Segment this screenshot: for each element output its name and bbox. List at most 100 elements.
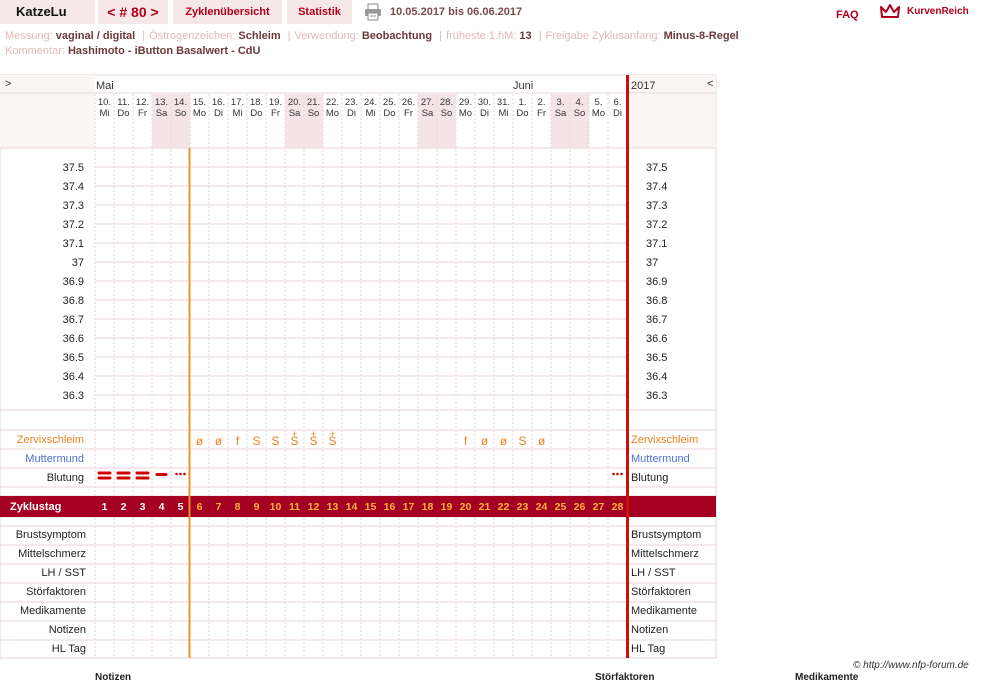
- cycle-day-number: 15: [365, 501, 377, 513]
- temp-label-right: 36.6: [646, 333, 667, 345]
- day-date: 29.: [459, 97, 472, 108]
- mucus-mark: ø: [500, 434, 508, 448]
- month-label-june: Juni: [513, 80, 533, 92]
- temp-label-right: 37.4: [646, 181, 667, 193]
- cycle-day-number: 2: [121, 501, 127, 513]
- row-label-left: Störfaktoren: [26, 586, 86, 598]
- cycle-day-number: 24: [536, 501, 548, 513]
- day-weekday: Do: [250, 108, 262, 119]
- year-label: 2017: [631, 80, 655, 92]
- bleeding-label-right: Blutung: [631, 472, 668, 484]
- day-weekday: Mi: [498, 108, 508, 119]
- day-date: 30.: [478, 97, 491, 108]
- day-weekday: Do: [516, 108, 528, 119]
- row-label-left: LH / SST: [41, 567, 86, 579]
- day-date: 25.: [383, 97, 396, 108]
- cycle-day-number: 5: [178, 501, 184, 513]
- row-label-right: HL Tag: [631, 643, 665, 655]
- mucus-mark-plus: +: [330, 429, 335, 439]
- nav-left-arrow: >: [5, 78, 11, 90]
- chart-frame: [0, 74, 717, 659]
- day-date: 11.: [117, 97, 130, 108]
- cycle-day-number: 16: [384, 501, 396, 513]
- cycle-day-number: 8: [235, 501, 241, 513]
- cycle-day-number: 6: [197, 501, 203, 513]
- mucus-mark: ø: [481, 434, 489, 448]
- temp-label-left: 37.1: [63, 238, 84, 250]
- temp-label-left: 36.8: [63, 295, 84, 307]
- row-label-left: Medikamente: [20, 605, 86, 617]
- cycle-day-number: 27: [593, 501, 605, 513]
- bleeding-spotting: [179, 472, 182, 476]
- day-date: 26.: [402, 97, 415, 108]
- day-weekday: Di: [480, 108, 489, 119]
- temp-label-left: 37.5: [63, 162, 84, 174]
- temp-label-left: 36.5: [63, 352, 84, 364]
- mucus-mark: ø: [538, 434, 546, 448]
- day-date: 28.: [440, 97, 453, 108]
- day-weekday: Sa: [289, 108, 301, 119]
- temp-label-left: 36.9: [63, 276, 84, 288]
- bleeding-medium: [155, 473, 168, 476]
- day-weekday: Mo: [193, 108, 206, 119]
- day-date: 22.: [326, 97, 339, 108]
- day-weekday: So: [308, 108, 320, 119]
- bleeding-label-left: Blutung: [47, 472, 84, 484]
- cycle-day-number: 19: [441, 501, 453, 513]
- day-date: 18.: [250, 97, 263, 108]
- cycle-day-number: 4: [159, 501, 165, 513]
- day-date: 5.: [595, 97, 603, 108]
- day-weekday: Mo: [326, 108, 339, 119]
- cycle-day-number: 14: [346, 501, 358, 513]
- day-weekday: Fr: [271, 108, 280, 119]
- bleeding-heavy: [135, 471, 150, 475]
- row-label-right: Notizen: [631, 624, 668, 636]
- bleeding-spotting: [612, 472, 615, 476]
- day-date: 17.: [231, 97, 244, 108]
- cycle-day-number: 10: [270, 501, 282, 513]
- temp-label-left: 37.3: [63, 200, 84, 212]
- cycle-day-number: 21: [479, 501, 491, 513]
- temp-label-right: 37.5: [646, 162, 667, 174]
- temp-label-right: 36.4: [646, 371, 667, 383]
- cervix-label-right: Muttermund: [631, 453, 690, 465]
- row-label-left: Brustsymptom: [16, 529, 86, 541]
- mucus-mark: S: [271, 434, 279, 448]
- row-label-right: Störfaktoren: [631, 586, 691, 598]
- cycle-day-number: 17: [403, 501, 415, 513]
- day-weekday: So: [175, 108, 187, 119]
- temp-label-right: 36.7: [646, 314, 667, 326]
- mucus-mark: ø: [196, 434, 204, 448]
- temp-label-right: 37.1: [646, 238, 667, 250]
- day-date: 15.: [193, 97, 206, 108]
- day-date: 3.: [557, 97, 565, 108]
- temp-label-left: 37: [72, 257, 84, 269]
- temp-label-left: 36.7: [63, 314, 84, 326]
- cycle-day-number: 26: [574, 501, 586, 513]
- day-weekday: Fr: [537, 108, 546, 119]
- mucus-label-right: Zervixschleim: [631, 434, 698, 446]
- cycle-chart: > Mai Juni 2017 <10.Mi11.Do12.Fr13.Sa14.So15…: [0, 74, 717, 659]
- day-date: 21.: [307, 97, 320, 108]
- row-label-right: Brustsymptom: [631, 529, 701, 541]
- row-label-left: Mittelschmerz: [18, 548, 86, 560]
- day-weekday: Do: [117, 108, 129, 119]
- cycle-day-number: 28: [612, 501, 624, 513]
- day-weekday: Sa: [422, 108, 434, 119]
- bleeding-spotting: [616, 472, 619, 476]
- day-date: 31.: [497, 97, 510, 108]
- temp-label-right: 36.3: [646, 390, 667, 402]
- day-weekday: Mi: [365, 108, 375, 119]
- row-label-right: Mittelschmerz: [631, 548, 699, 560]
- cycle-day-number: 13: [327, 501, 339, 513]
- day-date: 19.: [269, 97, 282, 108]
- day-weekday: Sa: [555, 108, 567, 119]
- temp-label-left: 37.2: [63, 219, 84, 231]
- cycle-day-number: 18: [422, 501, 434, 513]
- cycle-day-number: 20: [460, 501, 472, 513]
- temp-label-right: 37: [646, 257, 658, 269]
- bleeding-spotting: [183, 472, 186, 476]
- day-date: 2.: [538, 97, 546, 108]
- temp-label-left: 36.3: [63, 390, 84, 402]
- day-date: 24.: [364, 97, 377, 108]
